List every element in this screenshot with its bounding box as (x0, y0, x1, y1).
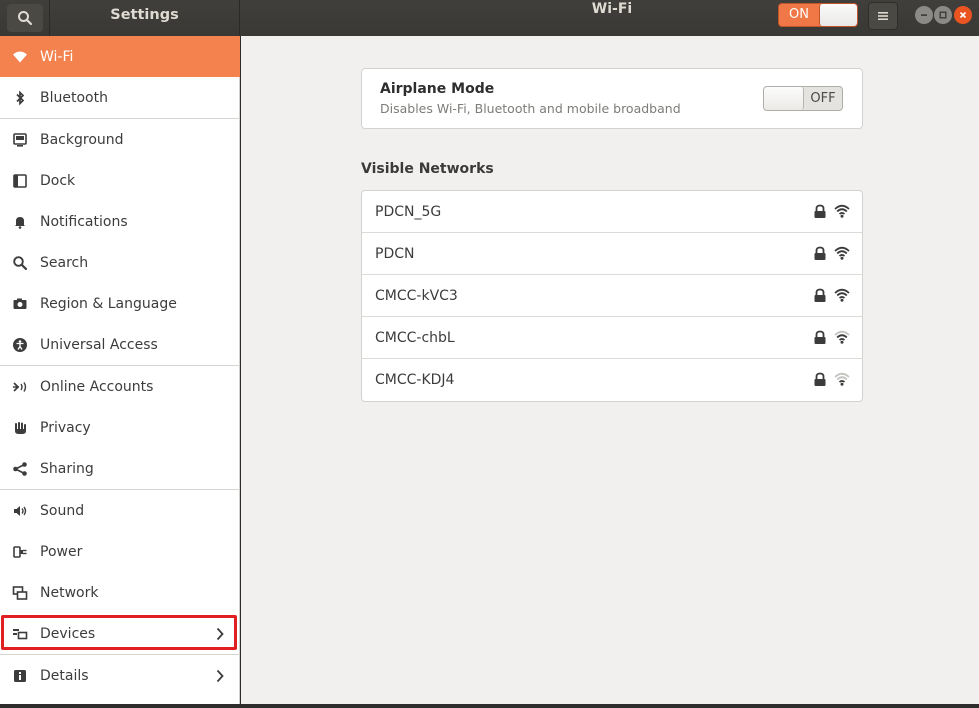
airplane-mode-toggle[interactable]: OFF (763, 86, 843, 111)
minimize-icon (921, 14, 927, 16)
power-plug-icon (11, 543, 29, 561)
dock-icon (11, 172, 29, 190)
sidebar-item-label: Background (40, 131, 124, 148)
speaker-icon (11, 502, 29, 520)
wifi-signal-icon (834, 330, 850, 344)
sidebar-item-label: Sound (40, 502, 85, 519)
search-icon (17, 11, 32, 26)
sidebar-item-label: Details (40, 667, 89, 684)
sidebar-item-label: Search (40, 254, 89, 271)
sidebar-item-dock[interactable]: Dock (0, 160, 240, 201)
chevron-right-icon (212, 668, 228, 684)
chevron-right-icon (212, 626, 228, 642)
airplane-toggle-knob (764, 87, 804, 110)
close-button[interactable] (954, 6, 972, 24)
sidebar-item-label: Privacy (40, 419, 91, 436)
sidebar-item-sharing[interactable]: Sharing (0, 448, 240, 489)
airplane-mode-title: Airplane Mode (380, 81, 495, 97)
sidebar-item-label: Devices (40, 625, 96, 642)
airplane-toggle-label: OFF (810, 91, 836, 106)
sidebar-item-label: Bluetooth (40, 89, 108, 106)
network-icon (11, 584, 29, 602)
wifi-toggle-label: ON (789, 7, 809, 22)
network-row[interactable]: CMCC-chbL (362, 317, 862, 359)
devices-icon (11, 625, 29, 643)
background-icon (11, 131, 29, 149)
network-ssid: CMCC-KDJ4 (375, 372, 455, 388)
sidebar-item-label: Region & Language (40, 295, 177, 312)
sidebar-item-online-accounts[interactable]: Online Accounts (0, 366, 240, 407)
header-bar: Settings Wi-Fi ON (0, 0, 979, 36)
sidebar-item-search[interactable]: Search (0, 242, 240, 283)
sidebar-item-notifications[interactable]: Notifications (0, 201, 240, 242)
sidebar-item-label: Sharing (40, 460, 94, 477)
sidebar-item-power[interactable]: Power (0, 531, 240, 572)
sidebar-item-bluetooth[interactable]: Bluetooth (0, 77, 240, 118)
network-ssid: PDCN (375, 245, 415, 262)
page-title: Wi-Fi (591, 1, 633, 17)
network-row[interactable]: CMCC-KDJ4 (362, 359, 862, 401)
network-ssid: CMCC-chbL (375, 329, 455, 346)
search-icon (11, 254, 29, 272)
sidebar-item-label: Wi-Fi (40, 48, 74, 65)
bluetooth-icon (11, 89, 29, 107)
wifi-signal-icon (834, 204, 850, 218)
accessibility-icon (11, 336, 29, 354)
wifi-toggle[interactable]: ON (778, 3, 858, 27)
sidebar-item-network[interactable]: Network (0, 572, 240, 613)
sidebar-item-privacy[interactable]: Privacy (0, 407, 240, 448)
sidebar-item-details[interactable]: Details (0, 655, 240, 696)
sidebar-item-devices[interactable]: Devices (0, 613, 240, 654)
sidebar-item-label: Power (40, 543, 83, 560)
minimize-button[interactable] (915, 6, 933, 24)
camera-icon (11, 295, 29, 313)
visible-networks-heading: Visible Networks (361, 161, 494, 177)
hamburger-icon (878, 12, 888, 20)
lock-icon (814, 288, 826, 302)
sidebar-item-label: Dock (40, 172, 76, 189)
wifi-signal-icon (834, 372, 850, 386)
sidebar-item-sound[interactable]: Sound (0, 490, 240, 531)
hand-icon (11, 419, 29, 437)
share-icon (11, 460, 29, 478)
lock-icon (814, 204, 826, 218)
close-icon (959, 11, 967, 19)
sidebar-item-label: Notifications (40, 213, 128, 230)
network-ssid: PDCN_5G (375, 203, 442, 220)
airplane-mode-row: Airplane Mode Disables Wi-Fi, Bluetooth … (361, 68, 863, 129)
lock-icon (814, 330, 826, 344)
bell-icon (11, 213, 29, 231)
network-row[interactable]: PDCN (362, 233, 862, 275)
wifi-panel: Airplane Mode Disables Wi-Fi, Bluetooth … (241, 36, 979, 704)
sidebar-item-label: Universal Access (40, 336, 158, 353)
online-accounts-icon (11, 378, 29, 396)
search-button-container (0, 0, 50, 36)
network-list: PDCN_5G PDCN CMCC-kVC3 CMCC-chbL CMCC-KD… (361, 190, 863, 402)
sidebar-item-label: Online Accounts (40, 378, 154, 395)
airplane-mode-subtitle: Disables Wi-Fi, Bluetooth and mobile bro… (380, 101, 681, 116)
network-row[interactable]: CMCC-kVC3 (362, 275, 862, 317)
sidebar-item-wifi[interactable]: Wi-Fi (0, 36, 240, 77)
sidebar-item-region-language[interactable]: Region & Language (0, 283, 240, 324)
sidebar-item-label: Network (40, 584, 99, 601)
window-bottom-edge (0, 704, 979, 708)
wifi-toggle-knob (819, 4, 857, 26)
sidebar-item-background[interactable]: Background (0, 119, 240, 160)
info-icon (11, 667, 29, 685)
sidebar-item-universal-access[interactable]: Universal Access (0, 324, 240, 365)
search-button[interactable] (6, 4, 43, 32)
maximize-icon (939, 11, 947, 19)
menu-button[interactable] (868, 2, 898, 30)
network-ssid: CMCC-kVC3 (375, 287, 458, 304)
wifi-signal-icon (834, 246, 850, 260)
wifi-signal-icon (834, 288, 850, 302)
settings-title: Settings (50, 0, 240, 36)
maximize-button[interactable] (934, 6, 952, 24)
settings-sidebar: Wi-Fi Bluetooth Background Dock Notifica… (0, 36, 240, 704)
lock-icon (814, 246, 826, 260)
lock-icon (814, 372, 826, 386)
network-row[interactable]: PDCN_5G (362, 191, 862, 233)
wifi-icon (11, 48, 29, 66)
